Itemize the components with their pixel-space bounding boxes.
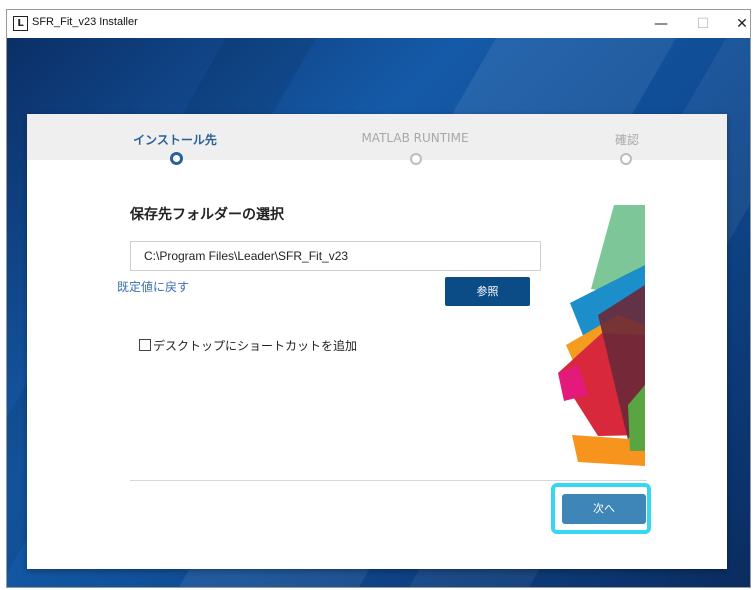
- app-logo-icon: L: [13, 16, 28, 31]
- desktop-shortcut-checkbox[interactable]: [139, 339, 151, 351]
- maximize-button[interactable]: ☐: [683, 10, 723, 38]
- install-path-input[interactable]: C:\Program Files\Leader\SFR_Fit_v23: [130, 241, 541, 271]
- window-title: SFR_Fit_v23 Installer: [32, 16, 138, 28]
- step-indicator: [620, 153, 632, 165]
- title-bar: L SFR_Fit_v23 Installer — ☐ ✕: [7, 10, 750, 38]
- step-progress-bar: インストール先 MATLAB RUNTIME 確認: [27, 114, 727, 165]
- installer-window: L SFR_Fit_v23 Installer — ☐ ✕ インストール先 MA…: [6, 9, 751, 588]
- browse-button[interactable]: 参照: [445, 277, 530, 306]
- next-button[interactable]: 次へ: [562, 494, 646, 524]
- page-title: 保存先フォルダーの選択: [130, 207, 284, 223]
- minimize-button[interactable]: —: [641, 10, 681, 38]
- step-indicator: [410, 153, 422, 165]
- matlab-membrane-art: [558, 205, 645, 466]
- restore-default-link[interactable]: 既定値に戻す: [117, 278, 189, 295]
- footer-divider: [130, 480, 647, 481]
- installer-card: インストール先 MATLAB RUNTIME 確認 保存先フォルダーの選択 C:…: [27, 114, 727, 569]
- step-install-location: インストール先: [133, 133, 217, 147]
- desktop-shortcut-label: デスクトップにショートカットを追加: [153, 339, 358, 353]
- close-button[interactable]: ✕: [722, 10, 750, 38]
- desktop-shortcut-option[interactable]: デスクトップにショートカットを追加: [139, 337, 357, 354]
- next-button-highlight: 次へ: [551, 483, 651, 534]
- background: インストール先 MATLAB RUNTIME 確認 保存先フォルダーの選択 C:…: [7, 38, 750, 587]
- step-confirm: 確認: [614, 133, 639, 147]
- step-indicator-active: [170, 152, 183, 165]
- step-matlab-runtime: MATLAB RUNTIME: [361, 131, 469, 145]
